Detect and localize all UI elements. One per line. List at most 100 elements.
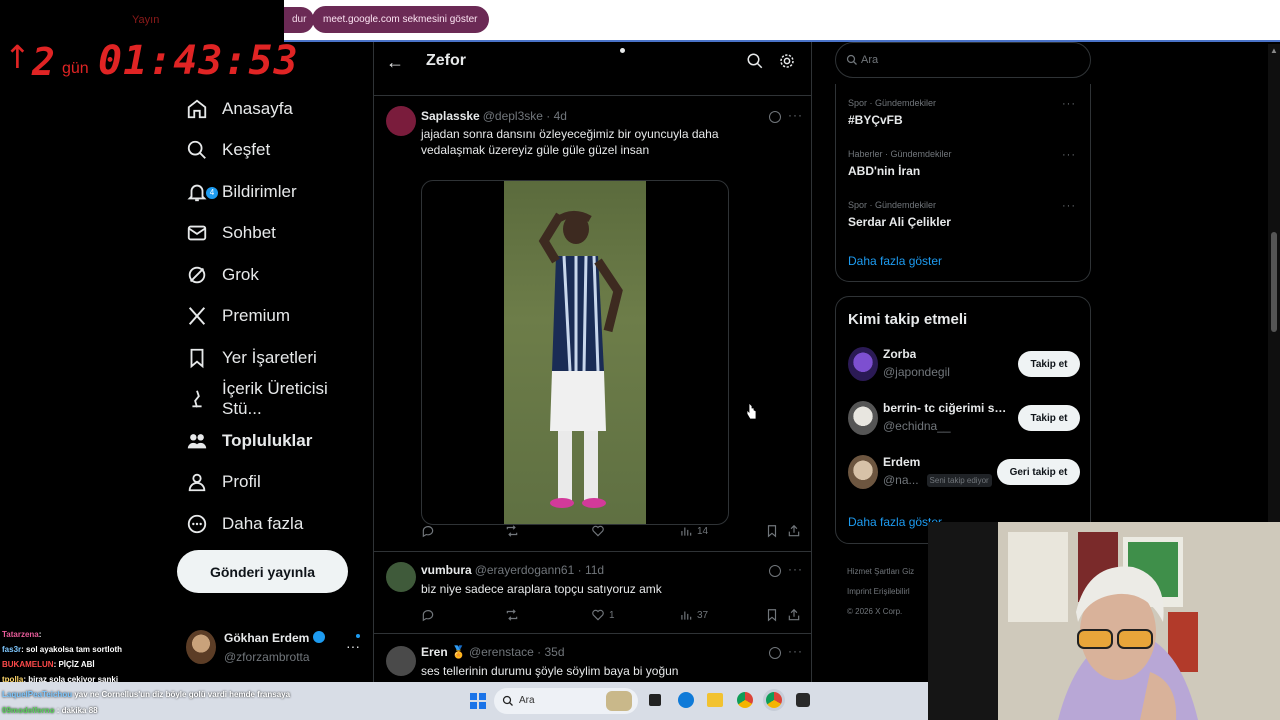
grok-icon	[186, 264, 208, 286]
notification-pill-partial[interactable]: dur	[284, 7, 315, 33]
share-button[interactable]	[787, 608, 805, 622]
author-name[interactable]: Saplasske	[421, 109, 480, 123]
like-button[interactable]: 1	[591, 608, 615, 622]
views-button[interactable]: 14	[679, 524, 708, 538]
chrome-active-icon[interactable]	[766, 692, 782, 708]
chat-message: 09modelferno : dakika 88	[2, 706, 98, 715]
tweet-media-video[interactable]	[421, 180, 729, 525]
notification-badge: 4	[206, 186, 218, 199]
post-button[interactable]: Gönderi yayınla	[177, 550, 348, 593]
avatar	[848, 347, 878, 381]
trend-item[interactable]: Spor · Gündemdekiler Serdar Ali Çelikler…	[848, 200, 1080, 229]
timeline-header: ← Zefor	[374, 42, 811, 96]
search-input[interactable]: Ara	[835, 42, 1091, 78]
follow-back-button[interactable]: Geri takip et	[997, 459, 1080, 485]
chat-text: :	[38, 630, 42, 639]
nav-item-creator-studio[interactable]: İçerik Üreticisi Stü...	[180, 379, 370, 421]
gear-icon[interactable]	[778, 52, 796, 70]
file-explorer-icon[interactable]	[707, 693, 723, 707]
tweet[interactable]: Eren 🏅 @erenstace · 35d ··· ses tellerini…	[374, 634, 811, 682]
grok-icon[interactable]	[769, 647, 781, 659]
tweet[interactable]: Saplasske @depl3ske · 4d ··· jajadan sonr…	[374, 96, 811, 552]
share-button[interactable]	[787, 524, 805, 538]
grok-icon[interactable]	[769, 111, 781, 123]
edge-browser-icon[interactable]	[678, 692, 694, 708]
back-arrow-icon[interactable]: ←	[386, 52, 404, 73]
more-button[interactable]: ···	[788, 108, 803, 122]
scroll-thumb[interactable]	[1271, 232, 1277, 332]
more-button[interactable]: ···	[788, 562, 803, 576]
nav-label: Premium	[222, 306, 291, 326]
avatar[interactable]	[386, 646, 416, 676]
creator-icon	[186, 388, 208, 410]
bell-icon: 4	[186, 181, 218, 203]
timeline-column: ← Zefor Saplasske @depl3ske · 4d ··· jaja…	[373, 42, 812, 682]
taskbar-search-input[interactable]: Ara	[494, 688, 638, 714]
footer-link[interactable]: Imprint Erişilebilirl	[847, 582, 937, 602]
follow-button[interactable]: Takip et	[1018, 351, 1080, 377]
show-more-trends-link[interactable]: Daha fazla göster	[848, 254, 942, 268]
more-button[interactable]: ···	[1062, 149, 1076, 161]
views-count: 37	[697, 609, 709, 621]
tweet-author: Eren 🏅 @erenstace · 35d	[421, 645, 565, 659]
reply-button[interactable]	[421, 608, 439, 622]
follow-suggestion[interactable]: Zorba @japondegil Takip et	[848, 347, 1080, 383]
nav-label: Anasayfa	[222, 98, 293, 118]
repost-button[interactable]	[505, 608, 523, 622]
windows-start-icon[interactable]	[470, 693, 486, 709]
likes-count: 1	[609, 609, 615, 621]
nav-item-grok[interactable]: Grok	[180, 254, 370, 296]
follow-button[interactable]: Takip et	[1018, 405, 1080, 431]
reply-button[interactable]	[421, 524, 439, 538]
nav-item-bookmarks[interactable]: Yer İşaretleri	[180, 337, 370, 379]
nav-item-explore[interactable]: Keşfet	[180, 130, 370, 172]
bookmark-button[interactable]	[765, 524, 783, 538]
nav-item-profile[interactable]: Profil	[180, 462, 370, 504]
nav-item-messages[interactable]: Sohbet	[180, 213, 370, 255]
more-button[interactable]: ···	[1062, 200, 1076, 212]
grok-icon[interactable]	[769, 565, 781, 577]
suggestion-handle: @echidna__	[883, 419, 951, 433]
author-name[interactable]: vumbura	[421, 563, 472, 577]
follow-suggestion[interactable]: Erdem @na... Seni takip ediyor Geri takip…	[848, 455, 1080, 491]
taskbar-search-placeholder: Ara	[519, 695, 535, 706]
suggestion-handle-row: @na... Seni takip ediyor	[883, 473, 992, 487]
suggestion-handle: @na...	[883, 473, 919, 487]
trend-item[interactable]: Haberler · Gündemdekiler ABD'nin İran ··…	[848, 149, 1080, 178]
avatar[interactable]	[386, 106, 416, 136]
more-button[interactable]: ···	[788, 644, 803, 658]
nav-item-home[interactable]: Anasayfa	[180, 88, 370, 130]
more-button[interactable]: ···	[1062, 98, 1076, 110]
chat-user: LaquelPeaTeichou	[2, 690, 73, 699]
chat-user: fas3r	[2, 645, 22, 654]
meet-tab-pill[interactable]: meet.google.com sekmesini göster	[312, 6, 489, 33]
scroll-up-arrow-icon[interactable]: ▲	[1270, 46, 1278, 55]
task-view-icon[interactable]	[649, 694, 661, 706]
nav-item-communities[interactable]: Topluluklar	[180, 420, 370, 462]
nav-label: Yer İşaretleri	[222, 347, 317, 367]
author-name[interactable]: Eren 🏅	[421, 645, 466, 659]
webcam-scene	[928, 522, 1280, 720]
suggestion-handle: @japondegil	[883, 365, 950, 379]
suggestion-name: berrin- tc ciğerimi so...	[883, 401, 1009, 415]
app-icon[interactable]	[796, 693, 810, 707]
footer-link[interactable]: Hizmet Şartları Giz	[847, 562, 937, 582]
nav-item-notifications[interactable]: 4 Bildirimler	[180, 171, 370, 213]
tweet[interactable]: vumbura @erayerdogann61 · 11d ··· biz niy…	[374, 552, 811, 634]
more-circle-icon	[186, 513, 208, 535]
avatar[interactable]	[386, 562, 416, 592]
nav-item-more[interactable]: Daha fazla	[180, 503, 370, 545]
views-button[interactable]: 37	[679, 608, 708, 622]
like-button[interactable]	[591, 524, 609, 538]
trend-name: #BYÇvFB	[848, 113, 903, 127]
nav-label: Grok	[222, 264, 259, 284]
repost-button[interactable]	[505, 524, 523, 538]
bookmark-button[interactable]	[765, 608, 783, 622]
indicator-dot	[620, 48, 625, 53]
search-icon[interactable]	[746, 52, 764, 70]
person-icon	[186, 471, 208, 493]
follow-suggestion[interactable]: berrin- tc ciğerimi so... @echidna__ Tak…	[848, 401, 1080, 437]
trend-item[interactable]: Spor · Gündemdekiler #BYÇvFB ···	[848, 98, 1080, 127]
chrome-icon[interactable]	[737, 692, 753, 708]
nav-item-premium[interactable]: Premium	[180, 296, 370, 338]
